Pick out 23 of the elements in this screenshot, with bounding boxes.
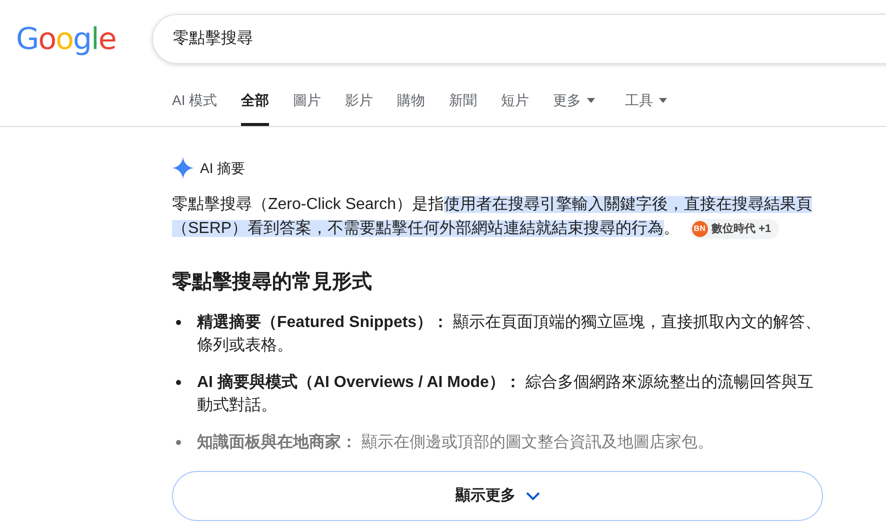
ai-overview-label: AI 摘要 bbox=[200, 158, 246, 178]
search-tab[interactable]: 短片 bbox=[501, 78, 530, 126]
search-tab[interactable]: 新聞 bbox=[449, 78, 478, 126]
google-logo[interactable]: Google bbox=[16, 16, 152, 62]
search-tab[interactable]: 影片 bbox=[345, 78, 374, 126]
source-name: 數位時代 +1 bbox=[712, 222, 772, 237]
bullet-text: AI 摘要與模式（AI Overviews / AI Mode）： 綜合多個網路來源統整出的流暢回答與互動式對話。 bbox=[197, 372, 814, 416]
search-tab[interactable]: 工具 bbox=[625, 78, 668, 126]
search-tab[interactable]: AI 模式 bbox=[172, 78, 218, 126]
sparkle-icon bbox=[172, 157, 194, 179]
section-heading: 零點擊搜尋的常見形式 bbox=[172, 270, 373, 295]
search-tab[interactable]: 全部 bbox=[241, 78, 270, 126]
search-tab[interactable]: 更多 bbox=[553, 78, 596, 126]
source-chip[interactable]: BN 數位時代 +1 bbox=[690, 218, 780, 239]
bullet-text: 知識面板與在地商家： 顯示在側邊或頂部的圖文整合資訊及地圖店家包。 bbox=[197, 432, 714, 453]
chevron-down-icon bbox=[526, 492, 540, 500]
show-more-button[interactable]: 顯示更多 bbox=[172, 471, 823, 521]
search-tab[interactable]: 購物 bbox=[397, 78, 426, 126]
search-query: 零點擊搜尋 bbox=[173, 28, 253, 49]
bullet-text: 精選摘要（Featured Snippets）： 顯示在頁面頂端的獨立區塊，直接抓取內文的解答、條列或表格。 bbox=[197, 312, 822, 356]
search-tab[interactable]: 圖片 bbox=[293, 78, 322, 126]
source-logo: BN bbox=[692, 220, 708, 237]
search-field[interactable]: 零點擊搜尋 bbox=[152, 14, 886, 64]
